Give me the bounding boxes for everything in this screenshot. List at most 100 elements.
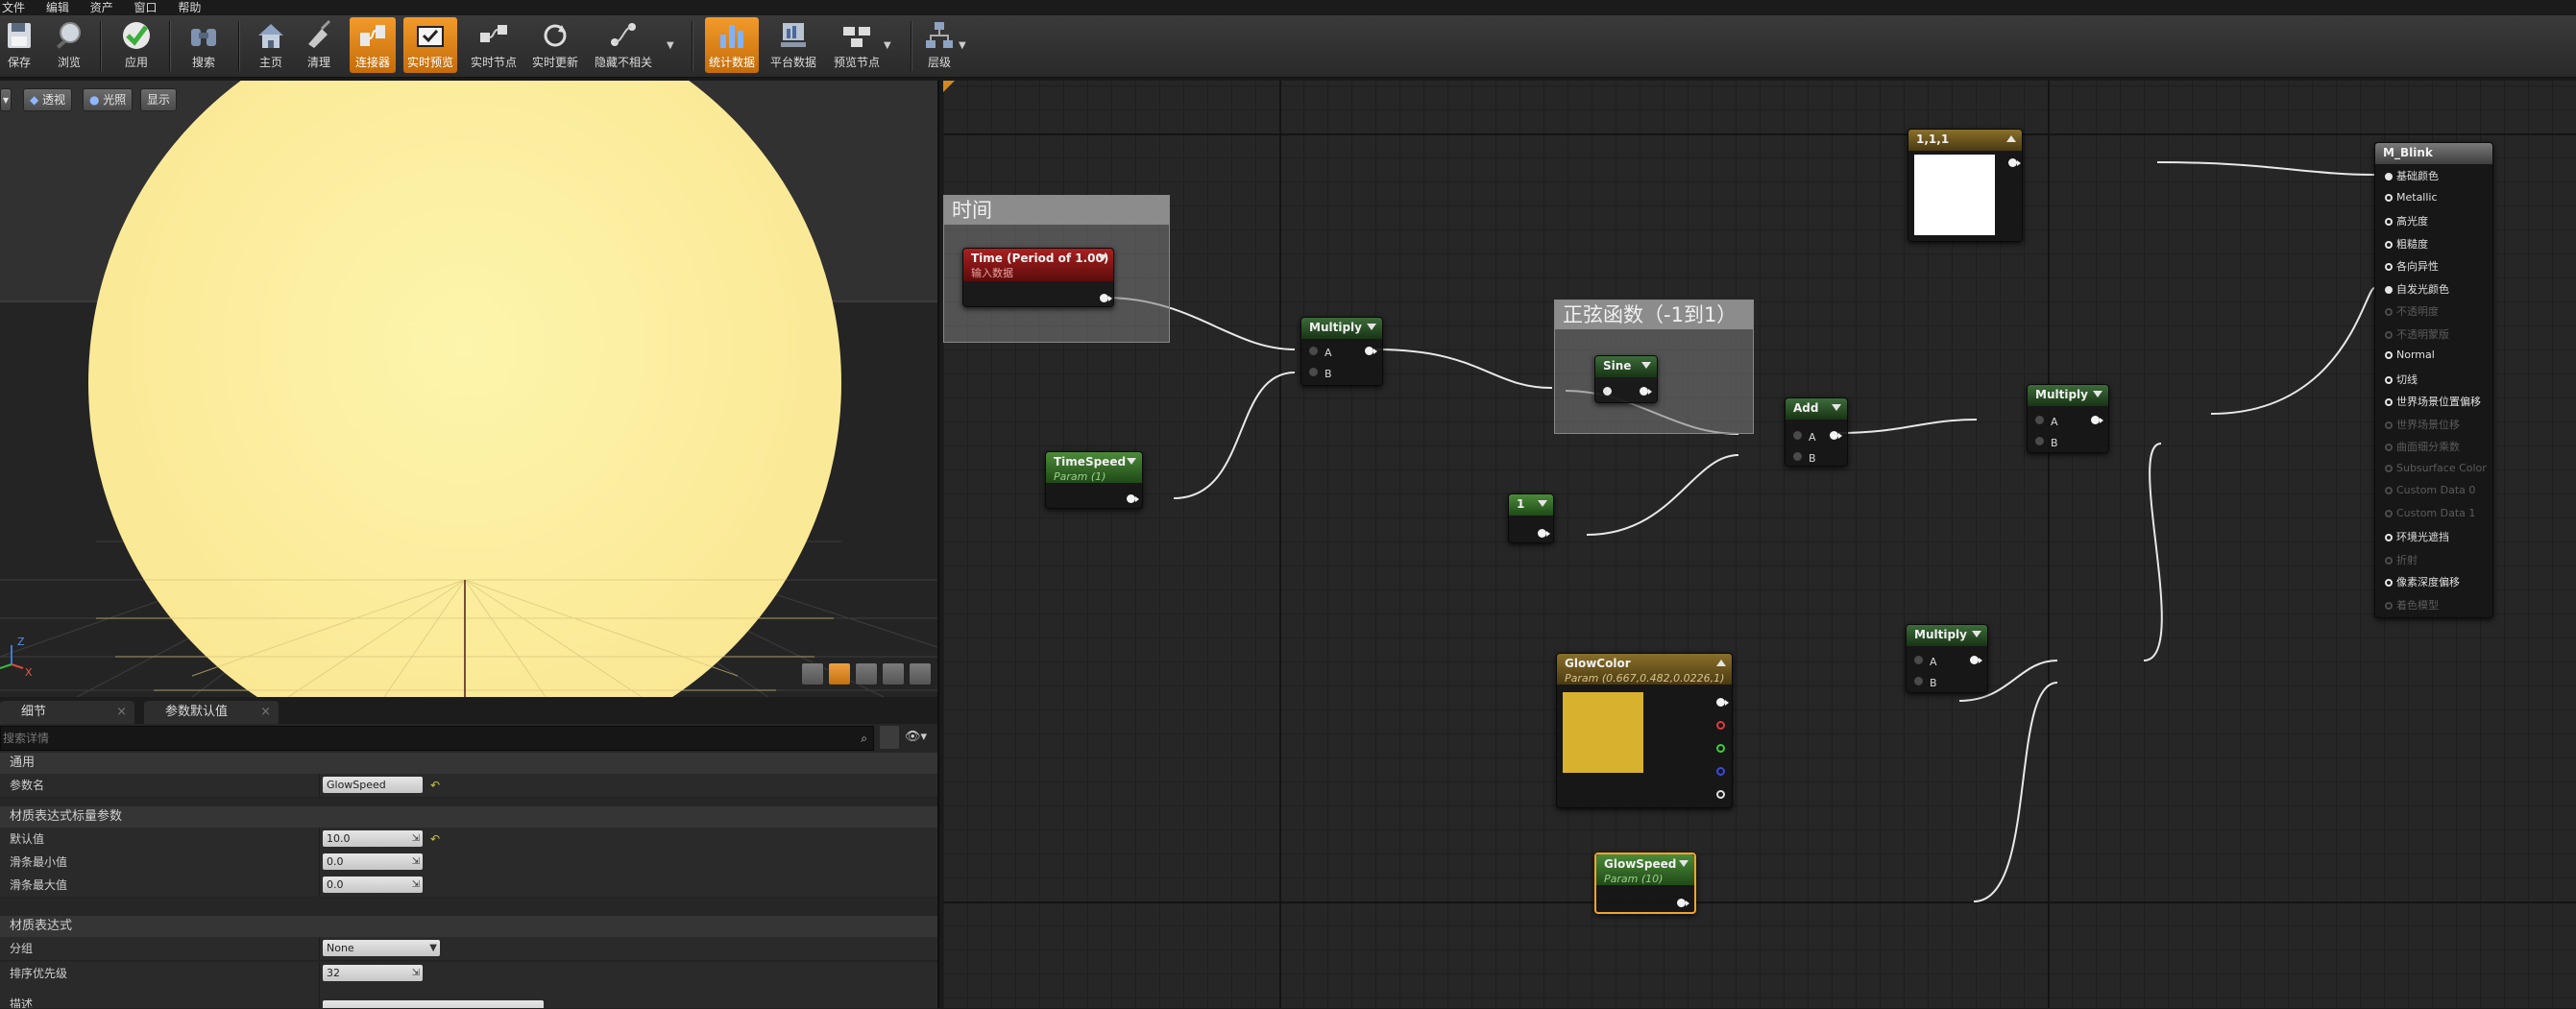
menu-help[interactable]: 帮助 [178,0,201,15]
tab-parameter-defaults[interactable]: 参数默认值 × [144,701,279,724]
cube-icon[interactable] [882,662,905,685]
material-input-pin[interactable]: 不透明蒙版 [2385,326,2449,342]
category-scalar-parameter[interactable]: 材质表达式标量参数 [0,806,937,828]
input-pin-a[interactable]: A [1793,431,1816,444]
material-input-pin[interactable]: Custom Data 0 [2385,484,2475,496]
node-time[interactable]: Time (Period of 1.00) 输入数据 [962,248,1114,307]
home-button[interactable]: 主页 [254,17,288,73]
input-pin-b[interactable]: B [2035,437,2058,449]
collapse-arrow-icon[interactable] [2006,135,2016,142]
material-input-pin[interactable]: 折射 [2385,552,2418,567]
tab-details[interactable]: 细节 × [0,701,134,724]
group-select[interactable]: None ▼ [323,940,440,956]
material-input-pin[interactable]: Metallic [2385,191,2438,204]
cylinder-icon[interactable] [801,662,824,685]
collapse-arrow-icon[interactable] [1127,458,1136,465]
live-nodes-button[interactable]: 实时节点 [467,17,521,73]
collapse-arrow-icon[interactable] [1367,324,1376,330]
lit-button[interactable]: ● 光照 [83,88,134,111]
param-name-field[interactable]: GlowSpeed [323,777,423,793]
reset-icon[interactable]: ↶ [430,774,440,797]
hierarchy-dropdown-icon[interactable]: ▼ [959,40,966,51]
plane-icon[interactable] [855,662,878,685]
material-input-pin[interactable]: Custom Data 1 [2385,507,2475,519]
material-input-pin[interactable]: 粗糙度 [2385,236,2428,252]
material-input-pin[interactable]: 不透明度 [2385,303,2439,319]
hide-unrelated-dropdown-icon[interactable]: ▼ [667,40,674,51]
menu-file[interactable]: 文件 [2,0,25,15]
output-pin[interactable] [1365,347,1377,357]
preview-nodes-button[interactable]: 预览节点 [828,17,886,73]
category-material-expression[interactable]: 材质表达式 [0,916,937,937]
material-input-pin[interactable]: 世界场景位置偏移 [2385,394,2481,409]
node-multiply-1[interactable]: Multiply A B [1300,317,1383,386]
collapse-arrow-icon[interactable] [2093,391,2102,397]
node-timespeed[interactable]: TimeSpeed Param (1) [1045,451,1143,509]
material-input-pin[interactable]: 自发光颜色 [2385,281,2449,297]
output-pin[interactable] [1830,431,1842,442]
menu-edit[interactable]: 编辑 [46,0,69,15]
material-input-pin[interactable]: 各向异性 [2385,258,2439,274]
clean-button[interactable]: 清理 [302,17,336,73]
viewport-options-dropdown[interactable]: ▾ [0,88,12,111]
material-input-pin[interactable]: 切线 [2385,372,2418,387]
eye-icon[interactable]: 👁▾ [905,730,927,744]
collapse-arrow-icon[interactable] [1538,500,1547,507]
material-input-pin[interactable]: Normal [2385,348,2435,361]
save-button[interactable]: 保存 [2,17,36,73]
node-glowcolor[interactable]: GlowColor Param (0.667,0.482,0.0226,1) [1556,653,1733,808]
material-input-pin[interactable]: 高光度 [2385,213,2428,228]
output-pin[interactable] [1538,529,1550,540]
menu-asset[interactable]: 资产 [90,0,113,15]
collapse-arrow-icon[interactable] [1716,660,1726,666]
material-input-pin[interactable]: 基础颜色 [2385,168,2439,183]
live-preview-button[interactable]: 实时预览 [403,17,457,73]
show-button[interactable]: 显示 [140,88,178,111]
output-pin[interactable] [1100,294,1112,304]
menu-window[interactable]: 窗口 [134,0,158,15]
input-pin-b[interactable]: B [1309,368,1332,380]
hierarchy-button[interactable]: 层级 [922,17,957,73]
material-input-pin[interactable]: 像素深度偏移 [2385,574,2460,589]
output-pin[interactable] [1640,387,1652,397]
close-icon[interactable]: × [116,701,127,724]
node-material-output[interactable]: M_Blink 基础颜色 Metallic 高光度 粗糙度 各向异性 自发光颜色 不透明度不… [2374,142,2493,618]
collapse-arrow-icon[interactable] [1972,631,1981,637]
connector-button[interactable]: 连接器 [350,17,396,73]
node-constant-1[interactable]: 1 [1508,493,1554,543]
collapse-arrow-icon[interactable] [1679,860,1689,867]
collapse-arrow-icon[interactable] [1641,362,1651,369]
output-pin[interactable] [1127,494,1139,505]
input-pin-a[interactable]: A [1309,347,1332,359]
output-pin[interactable] [2008,158,2021,169]
search-button[interactable]: 搜索 [184,17,223,73]
slider-min-field[interactable]: 0.0 ⇲ [323,853,423,870]
details-search-input[interactable]: 搜索详情 ⌕ [0,726,874,751]
platform-stats-button[interactable]: 平台数据 [766,17,820,73]
material-input-pin[interactable]: 环境光遮挡 [2385,529,2449,544]
node-sine[interactable]: Sine [1594,355,1658,403]
node-constant-white[interactable]: 1,1,1 [1908,129,2023,242]
browse-button[interactable]: 浏览 [50,17,88,73]
output-pin-rgb[interactable] [1716,698,1729,709]
preview-nodes-dropdown-icon[interactable]: ▼ [884,40,891,51]
sort-priority-field[interactable]: 32 ⇲ [323,965,423,981]
stats-button[interactable]: 统计数据 [705,17,759,73]
teapot-icon[interactable] [909,662,932,685]
node-add[interactable]: Add A B [1785,397,1848,467]
slider-max-field[interactable]: 0.0 ⇲ [323,877,423,893]
category-general[interactable]: 通用 [0,753,937,774]
preview-viewport[interactable]: Z X ▾ ◆ 透视 ● 光照 显示 [0,81,939,697]
material-input-pin[interactable]: 曲面细分乘数 [2385,439,2460,454]
material-graph[interactable]: 时间 正弦函数（-1到1） Time (Period of 1.00) 输入数据… [943,81,2576,1008]
perspective-button[interactable]: ◆ 透视 [23,88,73,111]
material-input-pin[interactable]: 着色模型 [2385,597,2439,613]
node-multiply-2[interactable]: Multiply A B [2027,384,2109,453]
reset-icon[interactable]: ↶ [430,828,440,851]
input-pin-b[interactable]: B [1793,452,1816,465]
live-update-button[interactable]: 实时更新 [526,17,584,73]
material-input-pin[interactable]: 世界场景位移 [2385,417,2460,432]
apply-button[interactable]: 应用 [117,17,156,73]
output-pin[interactable] [1970,656,1982,666]
sphere-icon[interactable] [828,662,851,685]
